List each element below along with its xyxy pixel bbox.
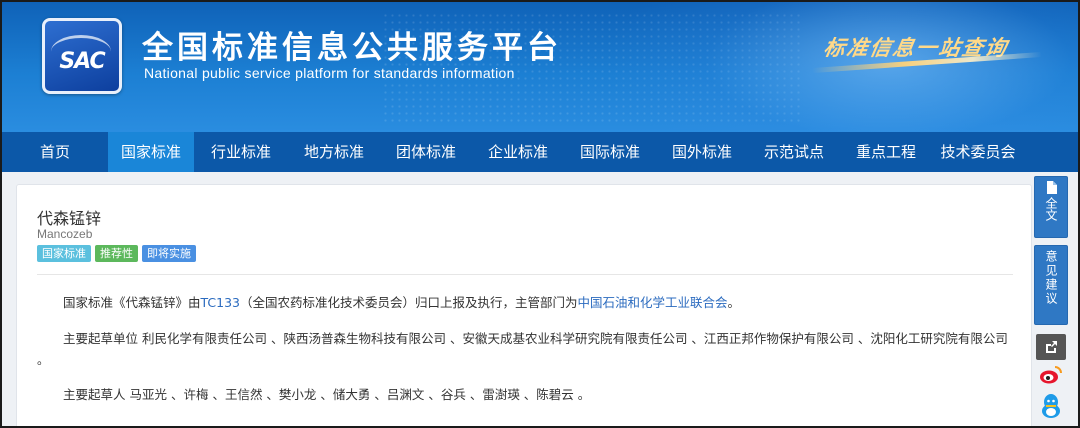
nav-item-industry-standards[interactable]: 行业标准 <box>194 132 288 172</box>
qq-share-button[interactable] <box>1036 392 1066 418</box>
badge-national-standard: 国家标准 <box>37 245 91 262</box>
site-subtitle: National public service platform for sta… <box>144 65 515 81</box>
desc-prefix: 国家标准《代森锰锌》由 <box>63 295 201 310</box>
nav-item-local-standards[interactable]: 地方标准 <box>288 132 380 172</box>
drafting-units-end: 。 <box>37 353 50 367</box>
nav-item-group-standards[interactable]: 团体标准 <box>380 132 472 172</box>
desc-suffix: 。 <box>727 295 741 310</box>
drafters-label: 主要起草人 <box>63 387 126 402</box>
nav-item-foreign-standards[interactable]: 国外标准 <box>656 132 748 172</box>
weibo-share-button[interactable] <box>1036 362 1066 388</box>
drafters-list: 马亚光 、许梅 、王信然 、樊小龙 、储大勇 、吕渊文 、谷兵 、雷澍瑛 、陈碧… <box>129 387 591 402</box>
nav-item-national-standards[interactable]: 国家标准 <box>108 132 194 172</box>
standard-title: 代森锰锌 <box>37 209 102 228</box>
feedback-button[interactable]: 意见建议 <box>1034 245 1068 325</box>
app-frame: SAC 全国标准信息公共服务平台 National public service… <box>2 2 1078 426</box>
nav-item-key-projects[interactable]: 重点工程 <box>840 132 932 172</box>
desc-middle: （全国农药标准化技术委员会）归口上报及执行，主管部门为 <box>240 295 578 310</box>
authority-link[interactable]: 中国石油和化学工业联合会 <box>578 295 728 310</box>
full-text-label: 全文 <box>1044 197 1058 221</box>
nav-item-home[interactable]: 首页 <box>2 132 108 172</box>
section-divider <box>37 274 1013 275</box>
share-icon <box>1046 341 1057 353</box>
drafting-units: 主要起草单位 利民化学有限责任公司 、陕西汤普森生物科技有限公司 、安徽天成基农… <box>63 330 1013 348</box>
nav-item-enterprise-standards[interactable]: 企业标准 <box>472 132 564 172</box>
site-title: 全国标准信息公共服务平台 <box>142 30 562 66</box>
main-nav: 首页 国家标准 行业标准 地方标准 团体标准 企业标准 国际标准 国外标准 示范… <box>2 132 1078 172</box>
nav-item-demonstration-pilot[interactable]: 示范试点 <box>748 132 840 172</box>
standard-english-title: Mancozeb <box>37 227 93 241</box>
drafting-units-label: 主要起草单位 <box>63 331 139 346</box>
header-banner: SAC 全国标准信息公共服务平台 National public service… <box>2 2 1078 132</box>
full-text-button[interactable]: 全文 <box>1034 176 1068 238</box>
qq-penguin-icon <box>1042 394 1060 418</box>
nav-item-technical-committees[interactable]: 技术委员会 <box>932 132 1024 172</box>
share-button[interactable] <box>1036 334 1066 360</box>
drafters: 主要起草人 马亚光 、许梅 、王信然 、樊小龙 、储大勇 、吕渊文 、谷兵 、雷… <box>63 386 1013 404</box>
tc-link[interactable]: TC133 <box>201 295 241 310</box>
drafting-units-list: 利民化学有限责任公司 、陕西汤普森生物科技有限公司 、安徽天成基农业科学研究院有… <box>142 331 1008 346</box>
standard-badges: 国家标准 推荐性 即将实施 <box>37 245 196 262</box>
nav-item-international-standards[interactable]: 国际标准 <box>564 132 656 172</box>
standard-description: 国家标准《代森锰锌》由TC133（全国农药标准化技术委员会）归口上报及执行，主管… <box>63 294 1013 312</box>
sac-logo[interactable]: SAC <box>42 18 122 94</box>
logo-text: SAC <box>59 49 105 74</box>
standard-detail-card: 代森锰锌 Mancozeb 国家标准 推荐性 即将实施 国家标准《代森锰锌》由T… <box>16 184 1032 426</box>
document-icon <box>1035 181 1067 197</box>
badge-recommended: 推荐性 <box>95 245 138 262</box>
badge-upcoming: 即将实施 <box>142 245 196 262</box>
weibo-icon <box>1040 366 1062 384</box>
feedback-label: 意见建议 <box>1044 250 1058 306</box>
